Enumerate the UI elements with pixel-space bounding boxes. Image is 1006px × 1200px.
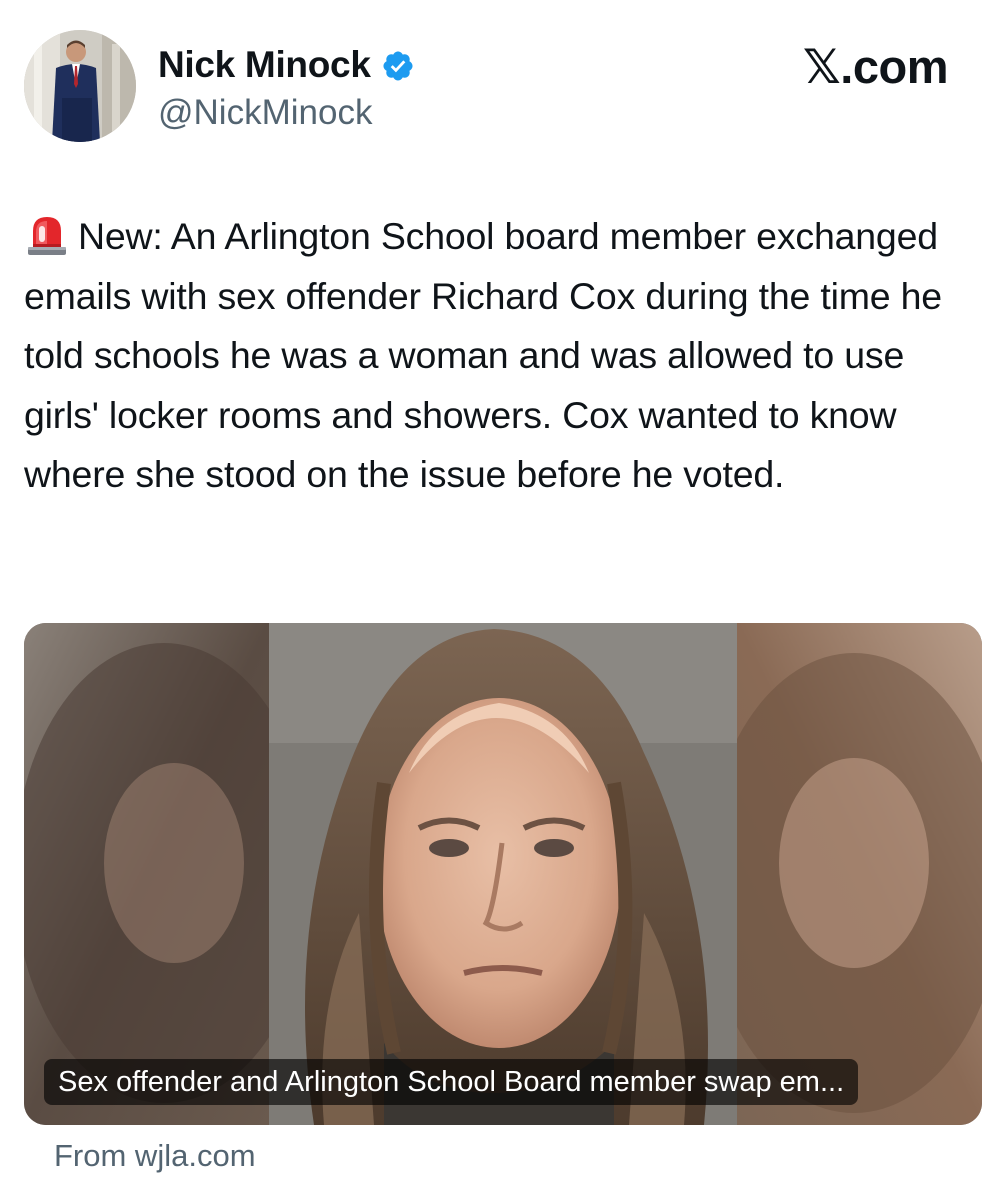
verified-badge-icon: [383, 51, 413, 81]
card-image: [24, 623, 982, 1125]
avatar-image: [24, 30, 136, 142]
card-caption: Sex offender and Arlington School Board …: [44, 1059, 859, 1105]
link-card[interactable]: Sex offender and Arlington School Board …: [24, 623, 982, 1125]
tweet-body: New: An Arlington School board member ex…: [24, 215, 942, 495]
card-source[interactable]: From wjla.com: [54, 1136, 256, 1176]
author-name[interactable]: Nick Minock: [158, 42, 371, 88]
police-siren-icon: [28, 217, 66, 255]
author-handle[interactable]: @NickMinock: [158, 92, 372, 134]
author-name-row: Nick Minock: [158, 42, 415, 88]
author-avatar[interactable]: [24, 30, 136, 142]
x-logo-brand: 𝕏.com: [802, 40, 949, 93]
tweet-text: New: An Arlington School board member ex…: [24, 207, 984, 505]
